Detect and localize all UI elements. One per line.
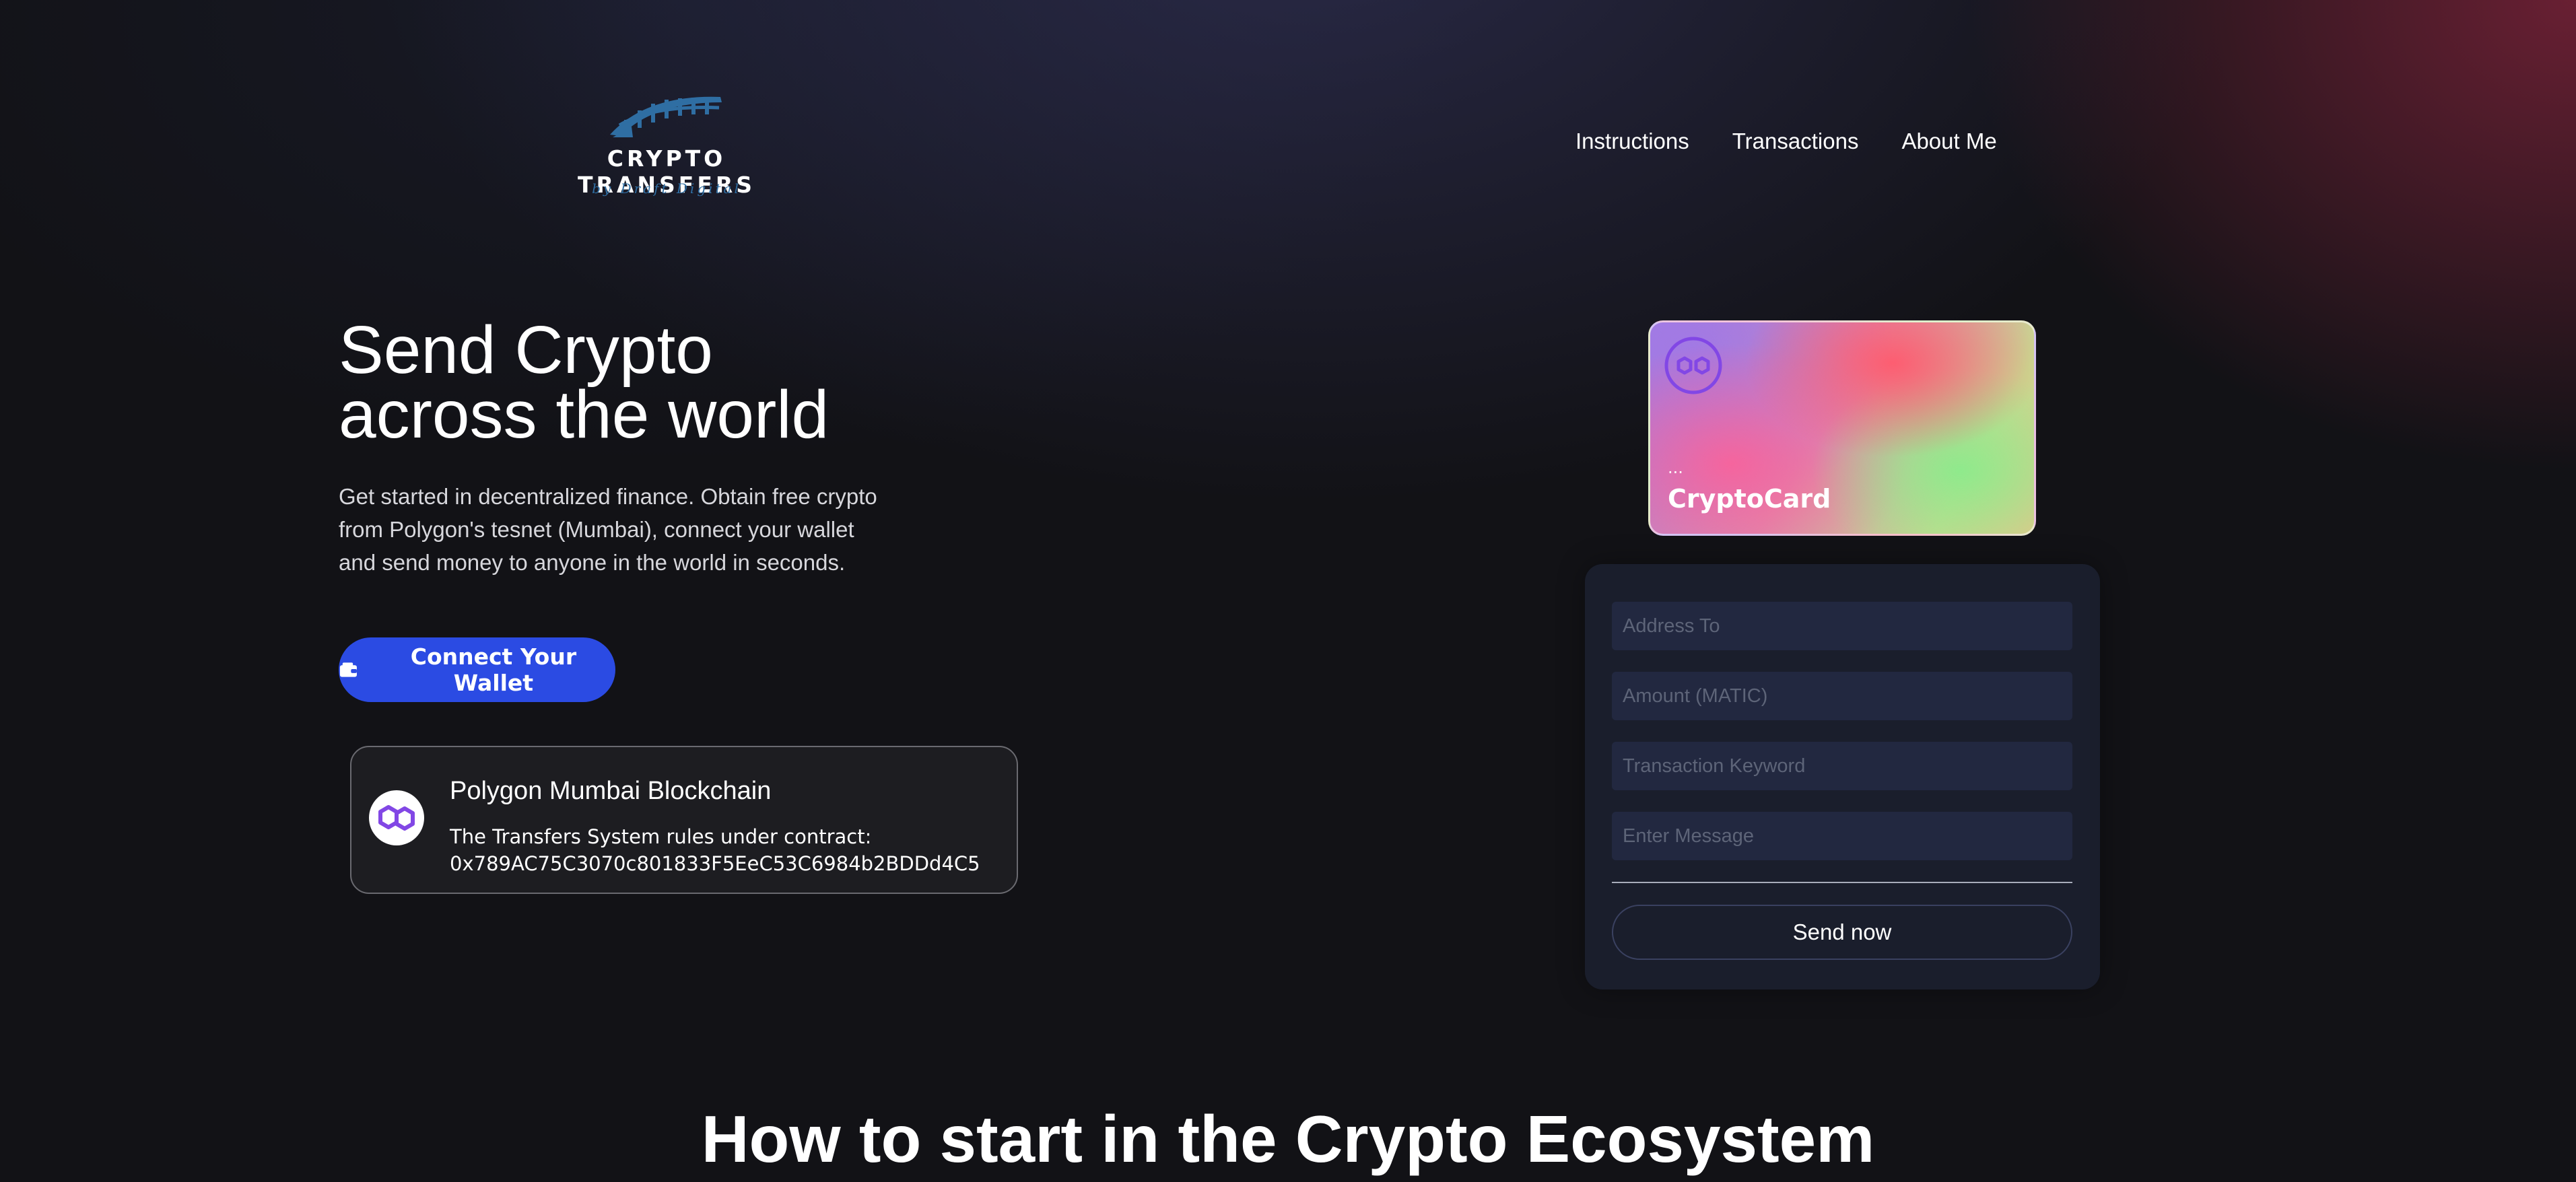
wallet-icon	[339, 662, 357, 677]
logo-subtitle: by Draft Digital	[592, 180, 741, 197]
blockchain-info-card: Polygon Mumbai Blockchain The Transfers …	[350, 746, 1018, 894]
hero-description: Get started in decentralized finance. Ob…	[339, 484, 877, 575]
crypto-card: ... CryptoCard	[1648, 320, 2036, 536]
card-address: ...	[1668, 458, 1683, 477]
info-card-text: The Transfers System rules under contrac…	[450, 825, 872, 848]
polygon-badge	[369, 790, 424, 845]
keyword-input[interactable]	[1612, 742, 2072, 790]
message-input[interactable]	[1612, 812, 2072, 860]
hero-title-line2: across the world	[339, 377, 829, 452]
contract-address: 0x789AC75C3070c801833F5EeC53C6984b2BDDd4…	[450, 852, 980, 875]
card-name: CryptoCard	[1668, 484, 1831, 514]
connect-wallet-button[interactable]: Connect Your Wallet	[339, 637, 615, 702]
nav-about-me[interactable]: About Me	[1901, 129, 1996, 154]
logo[interactable]: CRYPTO TRANSFERS by Draft Digital	[535, 88, 798, 202]
bridge-logo-icon	[610, 96, 722, 137]
nav-instructions[interactable]: Instructions	[1575, 129, 1689, 154]
polygon-icon	[378, 805, 415, 831]
form-divider	[1612, 882, 2072, 883]
section-title: How to start in the Crypto Ecosystem	[701, 1102, 1875, 1176]
info-card-title: Polygon Mumbai Blockchain	[450, 777, 772, 805]
transfer-form: Send now	[1585, 564, 2100, 989]
amount-input[interactable]	[1612, 672, 2072, 720]
nav-transactions[interactable]: Transactions	[1732, 129, 1859, 154]
connect-wallet-label: Connect Your Wallet	[410, 644, 577, 696]
address-to-input[interactable]	[1612, 602, 2072, 650]
polygon-icon	[1664, 337, 1722, 394]
hero-title: Send Crypto across the world	[339, 312, 945, 452]
hero-title-line1: Send Crypto	[339, 312, 713, 388]
main-nav: Instructions Transactions About Me	[1575, 128, 1997, 155]
send-now-button[interactable]: Send now	[1612, 905, 2072, 960]
